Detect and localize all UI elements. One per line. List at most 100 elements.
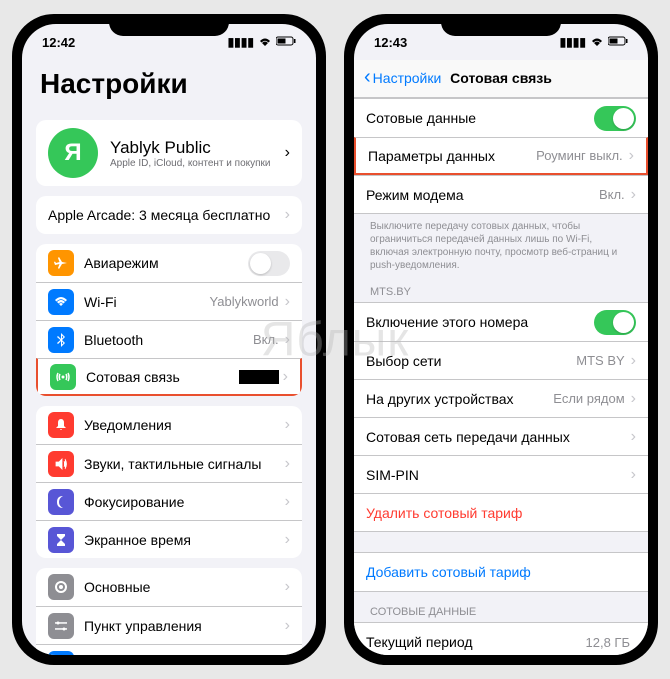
mts-header: MTS.BY: [354, 272, 648, 302]
general-label: Основные: [84, 579, 285, 595]
airplane-row[interactable]: Авиарежим: [36, 244, 302, 282]
hotspot-row[interactable]: Режим модема Вкл. ›: [354, 175, 648, 213]
other-label: На других устройствах: [366, 391, 553, 407]
promo-group[interactable]: Apple Arcade: 3 месяца бесплатно›: [36, 196, 302, 234]
chevron-left-icon: ‹: [364, 66, 371, 89]
wifi-icon: [590, 35, 604, 49]
profile-sub: Apple ID, iCloud, контент и покупки: [110, 158, 273, 169]
chevron-right-icon: ›: [631, 352, 636, 370]
chevron-right-icon: ›: [285, 206, 290, 224]
airplane-icon: [48, 250, 74, 276]
cellular-label: Сотовая связь: [86, 369, 239, 385]
wifi-value: Yablykworld: [210, 294, 279, 309]
sliders-icon: [48, 613, 74, 639]
chevron-right-icon: ›: [285, 455, 290, 473]
airplane-label: Авиарежим: [84, 255, 248, 271]
cellular-data-row[interactable]: Сотовые данные: [354, 99, 648, 137]
profile-name: Yablyk Public: [110, 138, 273, 158]
screentime-row[interactable]: Экранное время ›: [36, 520, 302, 558]
avatar: Я: [48, 128, 98, 178]
status-icons: ▮▮▮▮: [560, 35, 628, 49]
notifications-group: Уведомления › Звуки, тактильные сигналы …: [36, 406, 302, 558]
delete-label: Удалить сотовый тариф: [366, 505, 636, 521]
current-value: 12,8 ГБ: [586, 635, 630, 650]
status-icons: ▮▮▮▮: [228, 35, 296, 49]
nav-header: ‹ Настройки Сотовая связь: [354, 60, 648, 98]
signal-icon: ▮▮▮▮: [560, 35, 586, 49]
control-row[interactable]: Пункт управления ›: [36, 606, 302, 644]
page-title: Настройки: [22, 60, 316, 110]
current-period-row[interactable]: Текущий период 12,8 ГБ: [354, 623, 648, 655]
other-value: Если рядом: [553, 391, 624, 406]
clock: 12:43: [374, 35, 407, 50]
datanet-label: Сотовая сеть передачи данных: [366, 429, 631, 445]
focus-label: Фокусирование: [84, 494, 285, 510]
back-button[interactable]: ‹ Настройки: [364, 66, 441, 89]
datanet-row[interactable]: Сотовая сеть передачи данных ›: [354, 417, 648, 455]
general-row[interactable]: Основные ›: [36, 568, 302, 606]
add-label: Добавить сотовый тариф: [366, 564, 636, 580]
chevron-right-icon: ›: [285, 331, 290, 349]
connectivity-group: Авиарежим Wi-Fi Yablykworld › Bluetooth …: [36, 244, 302, 396]
notch: [441, 14, 561, 36]
data-params-row[interactable]: Параметры данных Роуминг выкл. ›: [354, 137, 648, 175]
add-plan-row[interactable]: Добавить сотовый тариф: [354, 553, 648, 591]
battery-icon: [608, 35, 628, 49]
chevron-right-icon: ›: [285, 293, 290, 311]
text-icon: AA: [48, 651, 74, 656]
bell-icon: [48, 412, 74, 438]
cellular-icon: [50, 364, 76, 390]
enable-line-row[interactable]: Включение этого номера: [354, 303, 648, 341]
chevron-right-icon: ›: [285, 144, 290, 162]
chevron-right-icon: ›: [285, 531, 290, 549]
bt-value: Вкл.: [253, 332, 279, 347]
other-devices-row[interactable]: На других устройствах Если рядом ›: [354, 379, 648, 417]
wifi-row[interactable]: Wi-Fi Yablykworld ›: [36, 282, 302, 320]
bluetooth-row[interactable]: Bluetooth Вкл. ›: [36, 320, 302, 358]
chevron-right-icon: ›: [631, 466, 636, 484]
signal-icon: ▮▮▮▮: [228, 35, 254, 49]
wifi-icon: [48, 289, 74, 315]
hourglass-icon: [48, 527, 74, 553]
chevron-right-icon: ›: [283, 368, 288, 386]
chevron-right-icon: ›: [629, 147, 634, 165]
focus-row[interactable]: Фокусирование ›: [36, 482, 302, 520]
sounds-row[interactable]: Звуки, тактильные сигналы ›: [36, 444, 302, 482]
chevron-right-icon: ›: [285, 655, 290, 656]
profile-group[interactable]: Я Yablyk Public Apple ID, iCloud, контен…: [36, 120, 302, 186]
chevron-right-icon: ›: [631, 428, 636, 446]
airplane-toggle[interactable]: [248, 251, 290, 276]
usage-group: Текущий период 12,8 ГБ Текущий период ро…: [354, 622, 648, 655]
bluetooth-icon: [48, 327, 74, 353]
moon-icon: [48, 489, 74, 515]
data-note: Выключите передачу сотовых данных, чтобы…: [354, 214, 648, 272]
chevron-right-icon: ›: [285, 416, 290, 434]
simpin-label: SIM-PIN: [366, 467, 631, 483]
general-group: Основные › Пункт управления › AA Экран и…: [36, 568, 302, 655]
cellular-row[interactable]: Сотовая связь ›: [36, 358, 302, 396]
data-options-group: Сотовые данные Параметры данных Роуминг …: [354, 98, 648, 214]
delete-plan-row[interactable]: Удалить сотовый тариф: [354, 493, 648, 531]
wifi-label: Wi-Fi: [84, 294, 210, 310]
wifi-icon: [258, 35, 272, 49]
current-label: Текущий период: [366, 634, 586, 650]
cellular-data-toggle[interactable]: [594, 106, 636, 131]
phone-right: 12:43 ▮▮▮▮ ‹ Настройки Сотовая связь Сот…: [344, 14, 658, 665]
enable-toggle[interactable]: [594, 310, 636, 335]
simpin-row[interactable]: SIM-PIN ›: [354, 455, 648, 493]
gear-icon: [48, 574, 74, 600]
notifications-row[interactable]: Уведомления ›: [36, 406, 302, 444]
redacted-value: [239, 370, 279, 384]
params-label: Параметры данных: [368, 148, 536, 164]
battery-icon: [276, 35, 296, 49]
bt-label: Bluetooth: [84, 332, 253, 348]
speaker-icon: [48, 451, 74, 477]
nav-title: Сотовая связь: [450, 70, 552, 86]
chevron-right-icon: ›: [285, 617, 290, 635]
notif-label: Уведомления: [84, 417, 285, 433]
phone-left: 12:42 ▮▮▮▮ Настройки Я Yablyk Public App…: [12, 14, 326, 665]
display-row[interactable]: AA Экран и яркость ›: [36, 644, 302, 655]
back-label: Настройки: [373, 70, 442, 86]
network-row[interactable]: Выбор сети MTS BY ›: [354, 341, 648, 379]
promo-label: Apple Arcade: 3 месяца бесплатно: [48, 207, 285, 223]
